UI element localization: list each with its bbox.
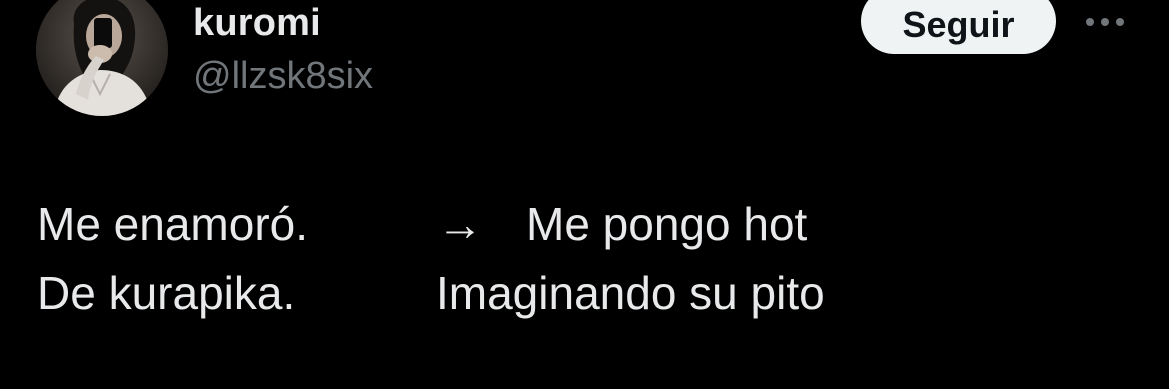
follow-button[interactable]: Seguir xyxy=(861,0,1056,54)
avatar[interactable] xyxy=(36,0,168,116)
user-handle[interactable]: @llzsk8six xyxy=(193,54,373,98)
tweet-text-right-line-1: Me pongo hot xyxy=(526,198,808,250)
tweet-card: kuromi @llzsk8six Seguir Me enamoró. De … xyxy=(0,0,1169,389)
tweet-text-left-line-1: Me enamoró. xyxy=(37,198,309,250)
ellipsis-icon xyxy=(1086,18,1124,26)
display-name[interactable]: kuromi xyxy=(193,1,321,45)
avatar-photo-icon xyxy=(36,0,168,116)
tweet-text-right-line-2: Imaginando su pito xyxy=(436,267,825,319)
more-options-button[interactable] xyxy=(1080,4,1132,40)
arrow-icon: → xyxy=(437,198,483,250)
tweet-text-left-line-2: De kurapika. xyxy=(37,267,296,319)
